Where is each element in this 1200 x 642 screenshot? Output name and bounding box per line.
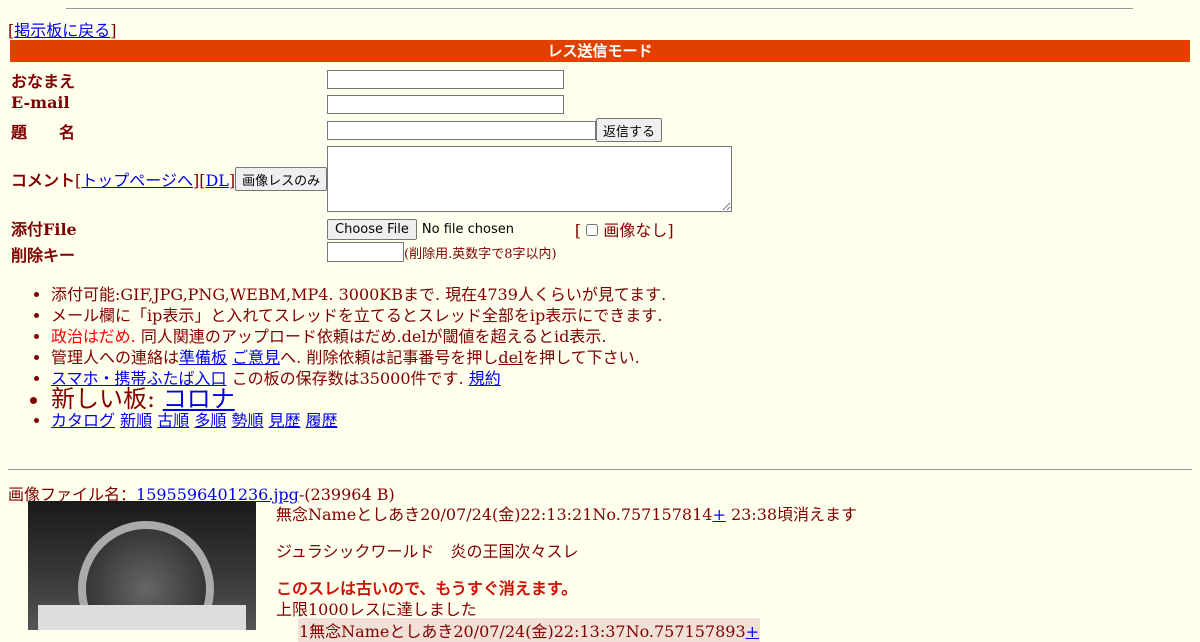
sort-many-link[interactable]: 多順: [194, 411, 226, 430]
rule-attachments: 添付可能:GIF,JPG,PNG,WEBM,MP4. 3000KBまで. 現在4…: [51, 284, 666, 305]
comment-textarea[interactable]: [327, 146, 732, 212]
rule-politics: 政治はだめ. 同人関連のアップロード依頼はだめ.delが閾値を超えるとid表示.: [51, 326, 666, 347]
thread-header: 無念Nameとしあき20/07/24(金)22:13:21No.75715781…: [276, 505, 858, 524]
delete-key-input[interactable]: [327, 242, 404, 262]
choose-file-button[interactable]: Choose File: [327, 218, 417, 240]
sort-links: カタログ 新順 古順 多順 勢順 見歴 履歴: [51, 410, 666, 431]
corona-board-link[interactable]: コロナ: [163, 385, 235, 413]
back-to-board-link[interactable]: 掲示板に戻る: [14, 21, 110, 40]
delete-key-hint: (削除用.英数字で8字以内): [404, 246, 557, 262]
prep-board-link[interactable]: 準備板: [179, 348, 227, 367]
comment-label: コメント: [11, 171, 76, 190]
reply-plus-link[interactable]: +: [746, 622, 759, 641]
submit-reply-button[interactable]: 返信する: [596, 118, 663, 142]
name-label: おなまえ: [11, 72, 76, 91]
reply-mode-banner: レス送信モード: [10, 40, 1190, 62]
subject-input[interactable]: [327, 120, 596, 140]
thread-divider: [8, 469, 1192, 470]
thread-limit-notice: 上限1000レスに達しました: [276, 600, 477, 619]
file-status: No file chosen: [421, 221, 514, 237]
top-page-link[interactable]: トップページへ: [81, 171, 193, 190]
email-input[interactable]: [327, 95, 564, 114]
terms-link[interactable]: 規約: [469, 369, 501, 388]
back-nav: [掲示板に戻る]: [8, 21, 117, 40]
name-input[interactable]: [327, 70, 564, 89]
no-image-checkbox[interactable]: [586, 224, 599, 236]
thread-plus-link[interactable]: +: [712, 505, 725, 524]
new-board-notice: 新しい板: コロナ: [51, 387, 666, 411]
catalog-link[interactable]: カタログ: [51, 411, 115, 430]
dl-link[interactable]: DL: [205, 171, 228, 190]
file-label: 添付File: [11, 220, 77, 239]
thread-title: ジュラシックワールド 炎の王国次々スレ: [276, 542, 579, 561]
post-history-link[interactable]: 履歴: [306, 411, 338, 430]
del-text: del: [498, 348, 524, 367]
subject-label: 題 名: [11, 123, 76, 142]
rule-ip-display: メール欄に「ip表示」と入れてスレッドを立てるとスレッド全部をip表示にできます…: [51, 305, 666, 326]
viewed-history-link[interactable]: 見歴: [269, 411, 301, 430]
email-label: E-mail: [11, 93, 70, 112]
sort-new-link[interactable]: 新順: [120, 411, 152, 430]
no-image-option: [ 画像なし]: [574, 221, 674, 240]
rule-contact: 管理人への連絡は準備板 ご意見へ. 削除依頼は記事番号を押しdelを押して下さい…: [51, 347, 666, 368]
politics-warning: 政治はだめ.: [51, 327, 136, 346]
no-image-label: 画像なし: [603, 221, 668, 240]
top-divider: [66, 8, 1133, 9]
comment-label-row: コメント [トップページへ][DL] 画像レスのみ: [11, 167, 328, 191]
delete-key-label: 削除キー: [11, 246, 76, 265]
board-rules-list: 添付可能:GIF,JPG,PNG,WEBM,MP4. 3000KBまで. 現在4…: [11, 284, 666, 431]
reply-header: 1無念Nameとしあき20/07/24(金)22:13:37No.7571578…: [298, 618, 761, 642]
feedback-link[interactable]: ご意見: [232, 348, 280, 367]
sort-momentum-link[interactable]: 勢順: [231, 411, 263, 430]
sort-old-link[interactable]: 古順: [157, 411, 189, 430]
thread-thumbnail[interactable]: [28, 501, 256, 630]
image-only-reply-button[interactable]: 画像レスのみ: [235, 167, 328, 191]
